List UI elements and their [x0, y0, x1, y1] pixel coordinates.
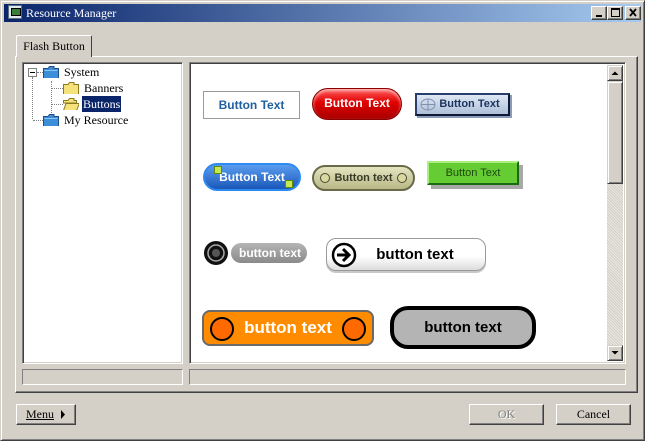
- close-button[interactable]: [625, 6, 641, 20]
- tree-line: [52, 88, 63, 90]
- flash-button-simple-outline[interactable]: Button Text: [203, 91, 300, 119]
- triangle-right-icon: [61, 410, 65, 419]
- flash-button-grey-thick-outline[interactable]: button text: [390, 306, 536, 349]
- corner-marker-icon: [214, 166, 222, 174]
- flash-button-text: Button Text: [218, 98, 285, 112]
- maximize-button[interactable]: [607, 6, 623, 20]
- tree-item-label: Buttons: [82, 96, 122, 112]
- corner-marker-icon: [285, 180, 293, 188]
- flash-button-green-3d[interactable]: Button Text: [427, 161, 519, 185]
- flash-button-text: Button Text: [324, 96, 390, 110]
- collapse-toggle[interactable]: [28, 68, 37, 77]
- flash-button-white-arrow-pill[interactable]: button text: [326, 238, 486, 271]
- menu-button[interactable]: Menu: [16, 404, 76, 425]
- app-icon: [8, 5, 22, 19]
- flash-button-text: Button Text: [439, 98, 500, 110]
- button-preview-pane[interactable]: Button Text Button Text Button Text Butt…: [189, 62, 626, 364]
- flash-button-olive-oval[interactable]: Button text: [312, 165, 415, 191]
- window-title: Resource Manager: [26, 6, 117, 20]
- flash-button-blue-capsule[interactable]: Button Text: [203, 163, 301, 191]
- flash-button-text: Button Text: [219, 170, 285, 184]
- folder-icon: [43, 114, 59, 126]
- scroll-down-button[interactable]: [607, 345, 623, 361]
- arrow-up-icon: [611, 71, 619, 75]
- folder-icon: [43, 66, 59, 78]
- cancel-button[interactable]: Cancel: [556, 404, 631, 425]
- scroll-thumb[interactable]: [607, 81, 623, 184]
- circle-right-icon: [342, 317, 366, 341]
- ok-button-label: OK: [497, 407, 516, 421]
- scroll-up-button[interactable]: [607, 65, 623, 81]
- resource-tree[interactable]: System Banners Buttons My Resource: [22, 62, 183, 364]
- minimize-button[interactable]: [591, 6, 607, 20]
- minimize-icon: [596, 15, 602, 17]
- menu-button-label: Menu: [26, 407, 54, 421]
- close-icon: [629, 8, 637, 17]
- tree-line: [32, 77, 34, 119]
- open-folder-icon: [63, 98, 79, 110]
- folder-icon: [63, 82, 79, 94]
- title-bar[interactable]: Resource Manager: [4, 4, 641, 22]
- flash-button-text: Button text: [334, 172, 393, 184]
- status-field-right: [189, 369, 626, 385]
- resource-manager-window: Resource Manager Flash Button System Ban…: [0, 0, 645, 441]
- circle-left-icon: [210, 317, 234, 341]
- flash-button-text: Button Text: [445, 167, 501, 179]
- tree-line: [51, 81, 53, 115]
- tab-label: Flash Button: [23, 39, 85, 53]
- arrow-right-icon: [331, 242, 357, 268]
- flash-button-text: button text: [239, 246, 301, 260]
- status-field-left: [22, 369, 183, 385]
- tree-line: [52, 104, 63, 106]
- flash-button-text: button text: [376, 246, 454, 263]
- tree-item-label: System: [64, 65, 100, 79]
- tree-line: [33, 120, 43, 122]
- arrow-down-icon: [611, 351, 619, 355]
- flash-button-orange-rounded[interactable]: button text: [202, 310, 374, 346]
- flash-button-grey-pill-with-disc[interactable]: button text: [203, 239, 308, 267]
- tree-item-label: Banners: [84, 81, 124, 95]
- ring-left-icon: [320, 173, 330, 183]
- disc-icon: [204, 241, 228, 265]
- maximize-icon: [611, 8, 620, 17]
- flash-button-text: button text: [244, 318, 332, 337]
- globe-icon: [420, 98, 436, 111]
- ring-right-icon: [397, 173, 407, 183]
- cancel-button-label: Cancel: [576, 407, 611, 421]
- flash-button-navy-beveled[interactable]: Button Text: [415, 93, 510, 116]
- tab-flash-button[interactable]: Flash Button: [16, 35, 92, 57]
- flash-button-red-pill[interactable]: Button Text: [312, 88, 402, 120]
- ok-button[interactable]: OK: [469, 404, 544, 425]
- flash-button-text: button text: [424, 319, 502, 336]
- vertical-scrollbar[interactable]: [607, 65, 623, 361]
- tree-item-label: My Resource: [64, 113, 129, 127]
